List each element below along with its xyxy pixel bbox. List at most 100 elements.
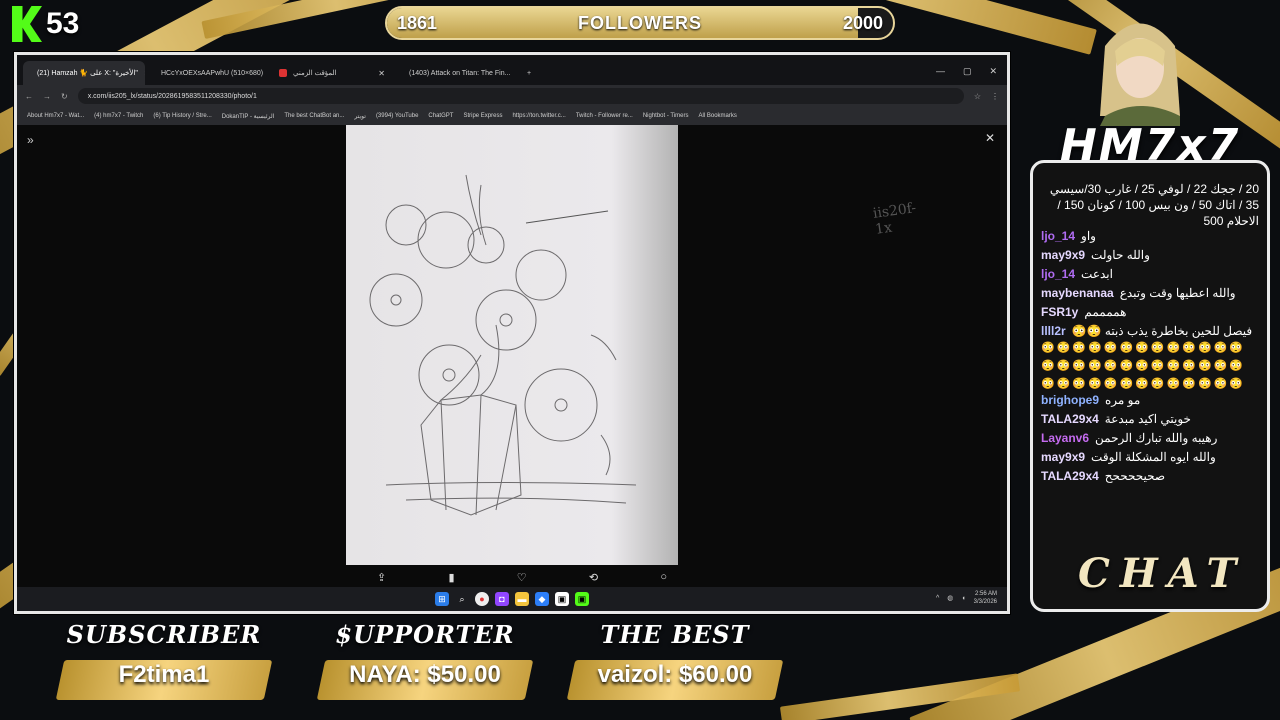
network-icon[interactable]: ◍ — [947, 594, 953, 602]
bookmark-item[interactable]: The best ChatBot an... — [284, 113, 344, 119]
chat-username[interactable]: TALA29x4 — [1041, 469, 1099, 484]
chat-message: Layanv6 رهيبه والله تبارك الرحمن — [1041, 431, 1259, 446]
close-tab-icon[interactable]: ✕ — [144, 69, 145, 78]
tab-twitter[interactable]: (21) Hamzah 🐈 على X: "الأخيرة"✕ — [23, 61, 145, 85]
best-donor-banner: THE BEST vaizol: $60.00 — [566, 620, 784, 710]
close-viewer-icon[interactable]: ✕ — [985, 131, 995, 145]
bookmark-star-icon[interactable]: ☆ — [974, 92, 981, 101]
tab-strip: (21) Hamzah 🐈 على X: "الأخيرة"✕ HCcYxOEX… — [17, 55, 1007, 85]
banner-value: vaizol: $60.00 — [597, 661, 753, 688]
chat-username[interactable]: llll2r — [1041, 324, 1066, 339]
window-controls: — ▢ ✕ — [926, 66, 1007, 85]
like-icon[interactable]: ♡ — [517, 571, 527, 584]
tab-youtube[interactable]: (1403) Attack on Titan: The Fin...✕ — [395, 61, 517, 85]
app-icon[interactable]: ▣ — [555, 592, 569, 606]
tab-timer[interactable]: المؤقت الزمني ✕ — [271, 61, 393, 85]
followers-goal-bar: 1861 FOLLOWERS 2000 — [385, 6, 895, 40]
banner-value: NAYA: $50.00 — [349, 661, 501, 688]
chat-message: FSR1y هممممم — [1041, 305, 1259, 320]
bookmark-item[interactable]: https://ton.twitter.c... — [512, 113, 565, 119]
twitch-icon[interactable]: ◘ — [495, 592, 509, 606]
chat-message: may9x9 والله ايوه المشكلة الوقت — [1041, 450, 1259, 465]
extensions-icon[interactable]: ⋮ — [991, 92, 999, 101]
viewer-content: » ✕ iis20f-1x ⇪ ▮ ♡ ⟲ ○ — [17, 125, 1007, 587]
app-icon[interactable]: ◆ — [535, 592, 549, 606]
bookmark-item[interactable]: About Hm7x7 - Wat... — [27, 113, 84, 119]
bookmarks-bar: About Hm7x7 - Wat... (4) hm7x7 - Twitch (6… — [17, 107, 1007, 125]
app-icon[interactable]: ▣ — [575, 592, 589, 606]
chat-username[interactable]: FSR1y — [1041, 305, 1078, 320]
search-icon[interactable]: ⌕ — [455, 592, 469, 606]
new-tab-button[interactable]: + — [519, 61, 537, 85]
tab-image[interactable]: HCcYxOEXsAAPwhU (510×680)✕ — [147, 61, 269, 85]
back-icon[interactable]: ← — [25, 92, 33, 101]
repost-icon[interactable]: ⟲ — [589, 571, 598, 584]
viewer-actions: ⇪ ▮ ♡ ⟲ ○ — [377, 571, 667, 584]
drawing-photo[interactable]: iis20f-1x — [346, 125, 917, 565]
bookmark-item[interactable]: ChatGPT — [428, 113, 453, 119]
kick-badge: 53 — [12, 6, 79, 42]
folder-icon[interactable]: ▬ — [515, 592, 529, 606]
volume-icon[interactable]: ◖ — [961, 595, 965, 602]
close-tab-icon[interactable]: ✕ — [378, 69, 385, 78]
taskbar: ⊞ ⌕ ● ◘ ▬ ◆ ▣ ▣ ^ ◍ ◖ 2:56 AM 3/3/2026 — [17, 587, 1007, 611]
followers-label: FOLLOWERS — [578, 12, 702, 33]
maximize-icon[interactable]: ▢ — [963, 66, 972, 77]
supporter-banner: $UPPORTER NAYA: $50.00 — [316, 620, 534, 710]
expand-icon[interactable]: » — [27, 133, 34, 147]
bookmark-item[interactable]: Twitch - Follower re... — [576, 113, 633, 119]
followers-goal: 2000 — [842, 12, 883, 33]
chat-panel: 20 / ججك 22 / لوفي 25 / غارب 30/سيسي 35 … — [1030, 160, 1270, 612]
chat-text: خويتي اكيد مبدعة — [1104, 412, 1191, 426]
reload-icon[interactable]: ↻ — [61, 92, 68, 101]
address-bar-row: ← → ↻ x.com/iis205_lx/status/20286195835… — [17, 85, 1007, 107]
chat-text: هممممم — [1084, 305, 1127, 319]
banner-label: THE BEST — [600, 620, 750, 649]
kick-count: 53 — [46, 7, 80, 40]
chat-text: والله حاولت — [1091, 248, 1150, 262]
analytics-icon[interactable]: ▮ — [448, 571, 454, 584]
bookmark-item[interactable]: Nightbot - Timers — [643, 113, 689, 119]
chat-message: llll2r فيصل للحين بخاطرة يذب ذبته 😳😳 — [1041, 324, 1259, 339]
chat-username[interactable]: may9x9 — [1041, 450, 1085, 465]
bookmark-item[interactable]: (4) hm7x7 - Twitch — [94, 113, 143, 119]
chat-username[interactable]: may9x9 — [1041, 248, 1085, 263]
chat-username[interactable]: maybenanaa — [1041, 286, 1114, 301]
bookmark-item[interactable]: All Bookmarks — [699, 113, 737, 119]
browser-window: (21) Hamzah 🐈 على X: "الأخيرة"✕ HCcYxOEX… — [14, 52, 1010, 614]
chat-username[interactable]: ljo_14 — [1041, 267, 1075, 282]
system-tray: ^ ◍ ◖ 2:56 AM 3/3/2026 — [936, 590, 997, 606]
reply-icon[interactable]: ○ — [660, 571, 667, 584]
close-window-icon[interactable]: ✕ — [989, 66, 997, 77]
chat-message: ljo_14 ابدعت — [1041, 267, 1259, 282]
bookmark-item[interactable]: تويتر — [354, 113, 366, 120]
chat-username[interactable]: Layanv6 — [1041, 431, 1089, 446]
clock[interactable]: 2:56 AM 3/3/2026 — [974, 590, 997, 606]
chat-username[interactable]: brighope9 — [1041, 393, 1099, 408]
minimize-icon[interactable]: — — [936, 66, 945, 77]
chat-text: واو — [1081, 229, 1096, 243]
forward-icon[interactable]: → — [43, 92, 51, 101]
emoji-flood: 😳😳😳😳😳😳😳😳😳😳😳😳😳😳😳😳😳😳😳😳😳😳😳😳😳😳😳😳😳😳😳😳😳😳😳😳😳😳😳 — [1041, 342, 1246, 390]
windows-start-icon[interactable]: ⊞ — [435, 592, 449, 606]
chat-message: TALA29x4 خويتي اكيد مبدعة — [1041, 412, 1259, 427]
character-avatar — [1100, 23, 1180, 126]
chat-username[interactable]: ljo_14 — [1041, 229, 1075, 244]
chat-username[interactable]: TALA29x4 — [1041, 412, 1099, 427]
bookmark-item[interactable]: (6) Tip History / Stre... — [153, 113, 211, 119]
kick-logo-icon — [12, 6, 42, 42]
chat-messages: ljo_14 واو may9x9 والله حاولت ljo_14 ابدعت may… — [1041, 229, 1259, 339]
bookmark-item[interactable]: Stripe Express — [463, 113, 502, 119]
chat-text: رهيبه والله تبارك الرحمن — [1095, 431, 1218, 445]
timer-icon — [279, 69, 287, 77]
bookmark-item[interactable]: (3994) YouTube — [376, 113, 418, 119]
chevron-up-icon[interactable]: ^ — [936, 595, 939, 602]
url-input[interactable]: x.com/iis205_lx/status/20286195835112083… — [77, 88, 964, 104]
close-tab-icon[interactable]: ✕ — [516, 69, 517, 78]
chat-text: فيصل للحين بخاطرة يذب ذبته 😳😳 — [1071, 324, 1253, 338]
chat-text: والله ايوه المشكلة الوقت — [1091, 450, 1216, 464]
chrome-icon[interactable]: ● — [475, 592, 489, 606]
bookmark-item[interactable]: DokanTIP - الرئيسية — [222, 113, 275, 120]
flower-vase-sketch — [369, 174, 637, 516]
share-icon[interactable]: ⇪ — [377, 571, 386, 584]
